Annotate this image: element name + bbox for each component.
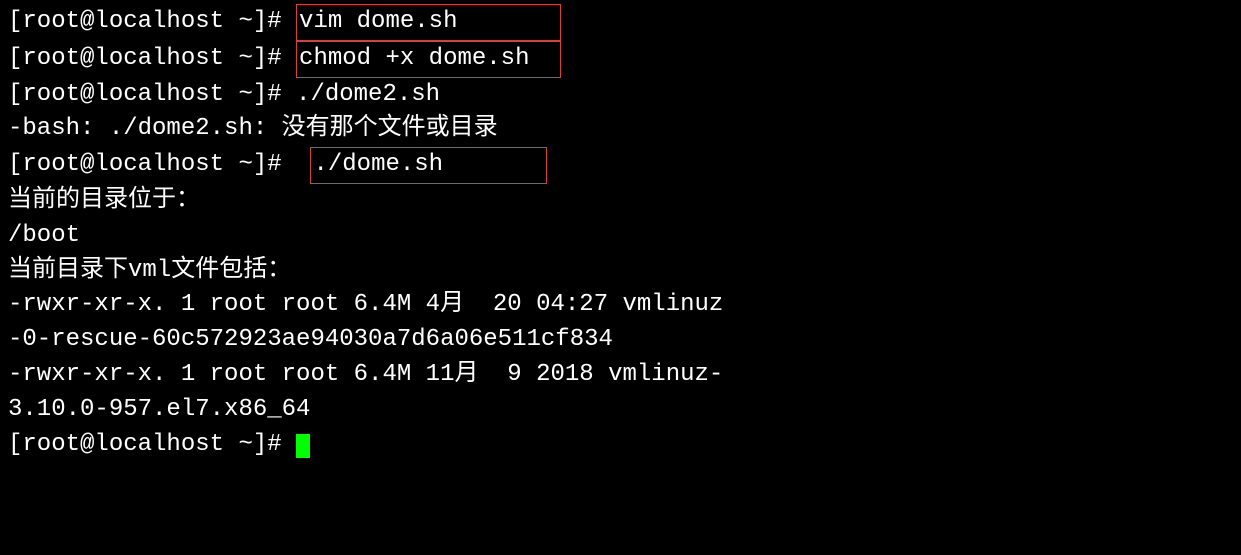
output-heading-1: 当前的目录位于： <box>8 184 1233 219</box>
terminal-line-prompt[interactable]: [root@localhost ~]# <box>8 428 1233 463</box>
terminal-line-2: [root@localhost ~]# chmod +x dome.sh <box>8 41 1233 78</box>
cursor-icon <box>296 434 310 458</box>
file-listing-1a: -rwxr-xr-x. 1 root root 6.4M 4月 20 04:27… <box>8 288 1233 323</box>
cmd-run-wrong: ./dome2.sh <box>296 81 440 108</box>
shell-prompt: [root@localhost ~]# <box>8 8 296 35</box>
terminal-line-5: [root@localhost ~]# ./dome.sh <box>8 147 1233 184</box>
file-listing-2b: 3.10.0-957.el7.x86_64 <box>8 393 1233 428</box>
file-listing-1b: -0-rescue-60c572923ae94030a7d6a06e511cf8… <box>8 323 1233 358</box>
terminal-line-3: [root@localhost ~]# ./dome2.sh <box>8 78 1233 113</box>
terminal-line-1: [root@localhost ~]# vim dome.sh <box>8 4 1233 41</box>
cmd-vim: vim dome.sh <box>296 4 561 41</box>
shell-prompt: [root@localhost ~]# <box>8 431 296 458</box>
file-listing-2a: -rwxr-xr-x. 1 root root 6.4M 11月 9 2018 … <box>8 358 1233 393</box>
shell-prompt: [root@localhost ~]# <box>8 151 296 178</box>
cmd-chmod: chmod +x dome.sh <box>296 41 561 78</box>
shell-prompt: [root@localhost ~]# <box>8 81 296 108</box>
output-dir: /boot <box>8 219 1233 254</box>
output-heading-2: 当前目录下vml文件包括： <box>8 254 1233 289</box>
cmd-run-dome: ./dome.sh <box>310 147 546 184</box>
terminal-line-4-error: -bash: ./dome2.sh: 没有那个文件或目录 <box>8 112 1233 147</box>
shell-prompt: [root@localhost ~]# <box>8 45 296 72</box>
space <box>296 151 310 178</box>
